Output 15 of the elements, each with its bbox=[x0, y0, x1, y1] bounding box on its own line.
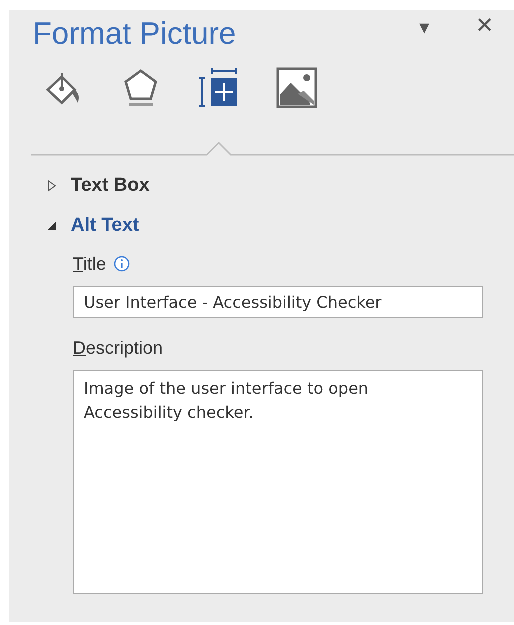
caret-icon bbox=[47, 221, 57, 231]
size-position-icon bbox=[199, 67, 239, 109]
field-label: Title bbox=[73, 254, 106, 274]
field-label: Description bbox=[73, 338, 164, 358]
section-header[interactable]: Alt Text bbox=[47, 206, 140, 246]
close-button[interactable]: ✕ bbox=[470, 14, 500, 40]
section-header[interactable]: Text Box bbox=[47, 166, 150, 206]
description-field[interactable]: Image of the user interface to open Accessibility checker. bbox=[73, 370, 483, 594]
pane-title: Format Picture bbox=[33, 15, 238, 53]
pentagon-icon bbox=[123, 68, 159, 108]
image-icon bbox=[276, 67, 318, 109]
caret-icon bbox=[47, 180, 57, 192]
pane-menu-button[interactable]: ▾ bbox=[414, 14, 436, 40]
title-field[interactable]: User Interface - Accessibility Checker bbox=[73, 286, 483, 318]
category-tab[interactable] bbox=[275, 66, 319, 110]
